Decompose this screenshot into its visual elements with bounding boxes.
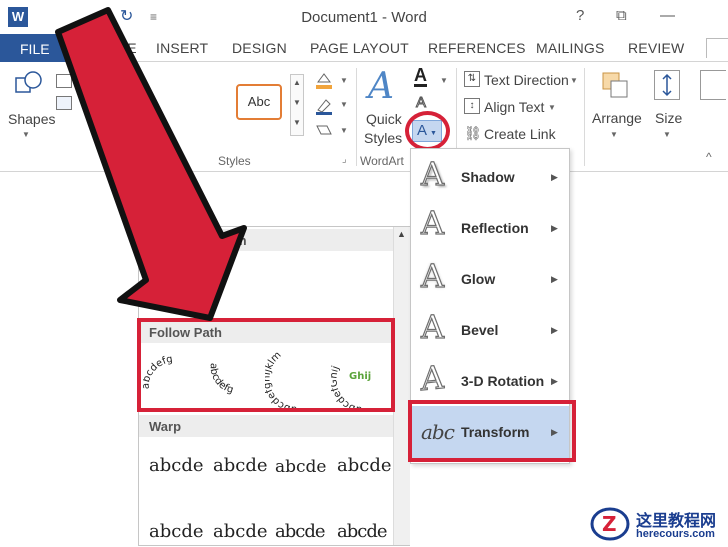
minimize-button[interactable]: — [660,7,675,24]
group-separator [584,68,585,166]
follow-path-highlight-box [137,318,395,412]
collapse-ribbon-icon[interactable]: ^ [706,150,712,164]
bevel-icon: A [420,307,445,346]
menu-item-shadow[interactable]: A Shadow ▶ [411,151,569,201]
size-button[interactable]: Size [655,110,682,126]
create-link-icon: ⛓ [464,125,482,141]
tab-page-layout[interactable]: PAGE LAYOUT [310,40,409,56]
warp-option[interactable]: abcde [337,521,388,542]
menu-item-3d-rotation[interactable]: A 3-D Rotation ▶ [411,355,569,405]
overflow-group-icon[interactable] [700,70,726,100]
menu-item-label: 3-D Rotation [461,373,545,389]
help-button[interactable]: ? [576,7,584,24]
warp-header: Warp [139,415,393,437]
group-separator [456,68,457,148]
dialog-launcher-icon[interactable]: ⌟ [342,154,347,165]
submenu-arrow-icon: ▶ [551,376,558,386]
warp-option[interactable]: abcde [213,521,268,542]
dropdown-arrow-icon[interactable]: ▼ [440,76,448,85]
dropdown-arrow-icon[interactable]: ▼ [570,76,578,85]
menu-item-glow[interactable]: A Glow ▶ [411,253,569,303]
quick-styles-button-line2[interactable]: Styles [364,130,402,146]
menu-item-bevel[interactable]: A Bevel ▶ [411,304,569,354]
menu-item-label: Bevel [461,322,499,338]
shape-fill-icon[interactable] [314,70,334,90]
text-fill-icon[interactable]: A [414,66,427,87]
watermark-logo-letter: Z [602,512,617,536]
shape-outline-icon[interactable] [314,96,334,116]
warp-option[interactable]: abcde [275,457,326,477]
tab-review[interactable]: REVIEW [628,40,684,56]
warp-option[interactable]: abcde [275,521,326,542]
transform-highlight-box [408,400,576,462]
reflection-icon: A [420,203,445,242]
tab-overflow-edge [706,38,728,58]
quick-styles-icon: A [368,66,394,107]
create-link-button[interactable]: Create Link [484,126,556,142]
shadow-icon: A [420,154,445,193]
menu-item-label: Glow [461,271,496,287]
submenu-arrow-icon: ▶ [551,223,558,233]
styles-scroll-down-icon[interactable]: ▼ [293,98,301,107]
tab-references[interactable]: REFERENCES [428,40,526,56]
menu-item-label: Shadow [461,169,515,185]
submenu-arrow-icon: ▶ [551,274,558,284]
menu-item-label: Reflection [461,220,529,236]
warp-option[interactable]: abcde [149,455,204,476]
watermark-url: herecours.com [636,528,715,540]
text-direction-icon: ⇅ [464,71,480,87]
align-text-icon: ↕ [464,98,480,114]
group-separator [356,68,357,166]
glow-icon: A [420,256,445,295]
tab-mailings[interactable]: MAILINGS [536,40,605,56]
wordart-group-label: WordArt [360,154,404,168]
text-effects-highlight-circle [405,111,450,151]
arrange-icon [600,70,630,100]
submenu-arrow-icon: ▶ [551,325,558,335]
align-text-button[interactable]: Align Text [484,99,544,115]
arrange-button[interactable]: Arrange [592,110,642,126]
dropdown-arrow-icon[interactable]: ▼ [340,76,348,85]
warp-option[interactable]: abcde [149,521,204,542]
warp-option[interactable]: abcde [337,455,392,476]
text-direction-button[interactable]: Text Direction [484,72,569,88]
shape-effects-icon[interactable] [314,122,334,138]
size-icon [654,70,680,100]
dropdown-arrow-icon[interactable]: ▼ [340,100,348,109]
pointer-arrow-annotation [55,7,247,321]
menu-item-reflection[interactable]: A Reflection ▶ [411,202,569,252]
gallery-scrollbar[interactable]: ▲ [393,227,410,545]
3d-rotation-icon: A [420,357,445,399]
dropdown-arrow-icon[interactable]: ▼ [548,103,556,112]
dropdown-arrow-icon[interactable]: ▼ [663,130,671,139]
submenu-arrow-icon: ▶ [551,172,558,182]
dropdown-arrow-icon[interactable]: ▼ [340,126,348,135]
dropdown-arrow-icon[interactable]: ▼ [610,130,618,139]
watermark-logo: Z [590,506,630,542]
ribbon-display-options-button[interactable]: ⧉ [616,7,627,24]
quick-styles-button[interactable]: Quick [366,111,402,127]
styles-more-icon[interactable]: ▼ [293,118,301,127]
styles-scroll-up-icon[interactable]: ▲ [293,78,301,87]
text-outline-icon[interactable]: A [415,94,426,112]
scroll-up-icon[interactable]: ▲ [397,229,406,239]
warp-option[interactable]: abcde [213,455,268,476]
